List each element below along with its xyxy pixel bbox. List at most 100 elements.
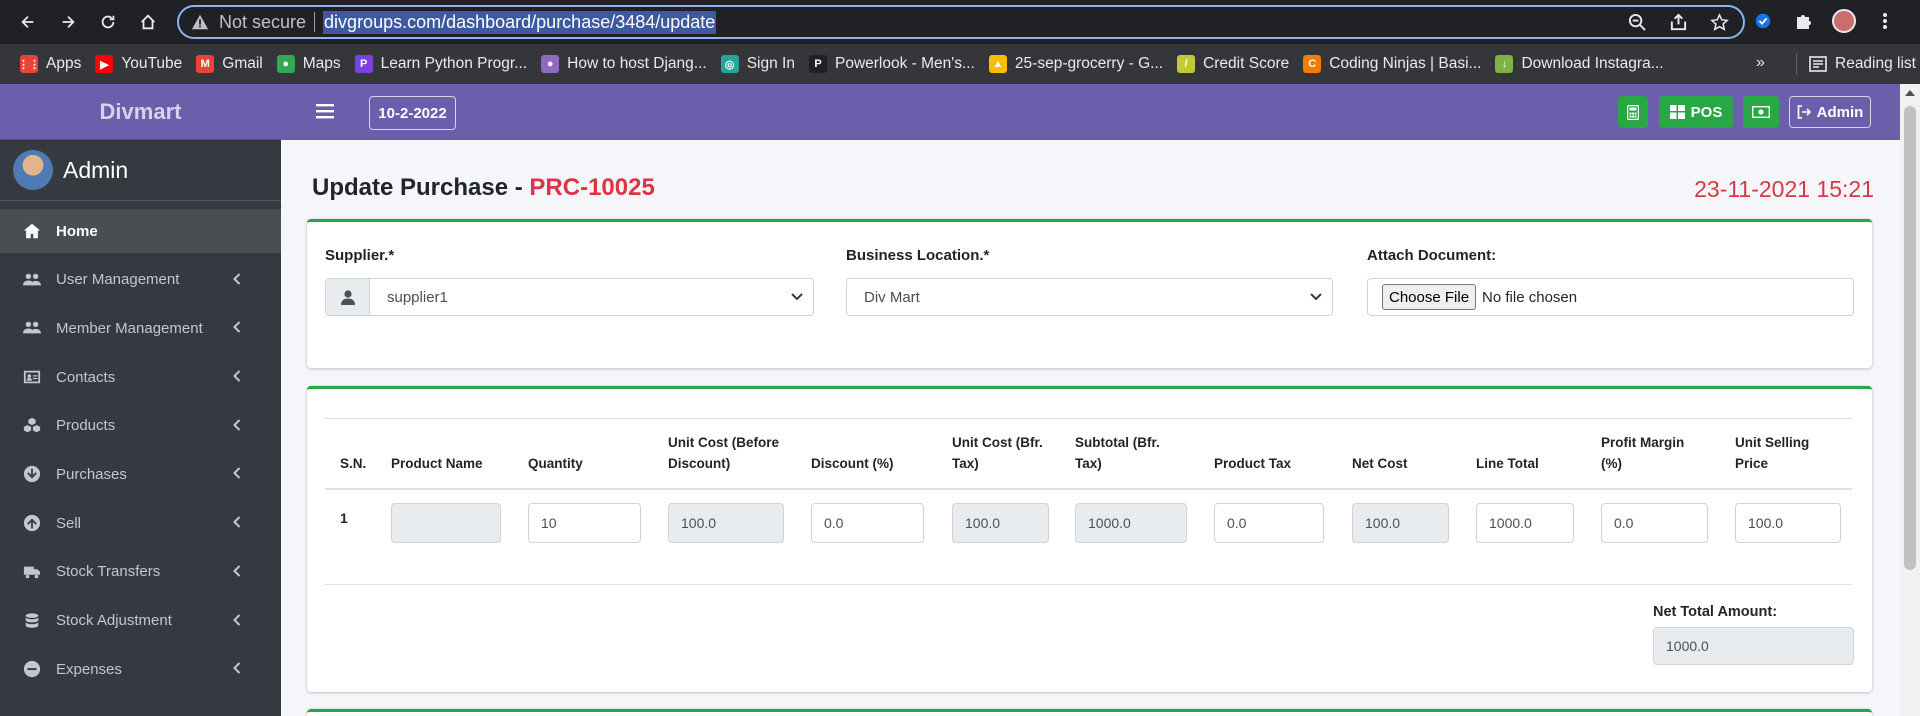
- column-header-line: Quantity: [528, 456, 583, 471]
- column-header-line: Unit Cost (Before: [668, 435, 779, 450]
- pos-button[interactable]: POS: [1659, 96, 1733, 128]
- forward-arrow-icon[interactable]: [54, 8, 82, 36]
- location-value: Div Mart: [864, 288, 920, 306]
- share-icon[interactable]: [1669, 13, 1688, 32]
- cash-button[interactable]: [1743, 96, 1779, 128]
- column-header: Quantity: [528, 453, 583, 474]
- profile-avatar[interactable]: [1832, 9, 1856, 33]
- subtotal-bfr-tax-field[interactable]: 1000.0: [1075, 503, 1187, 543]
- sidebar-item-label: Products: [56, 417, 116, 435]
- sidebar-item-user-management[interactable]: User Management: [0, 258, 281, 302]
- sidebar-item-label: Home: [56, 222, 98, 240]
- omnibox-actions: [1628, 13, 1729, 32]
- attach-document-input[interactable]: Choose File No file chosen: [1367, 278, 1854, 316]
- brand-logo[interactable]: Divmart: [0, 84, 281, 140]
- chevron-left-icon[interactable]: [233, 662, 241, 674]
- home-browser-icon[interactable]: [134, 8, 162, 36]
- sidebar-item-contacts[interactable]: Contacts: [0, 355, 281, 399]
- bookmark-item[interactable]: ▶ YouTube: [95, 55, 182, 73]
- chevron-left-icon[interactable]: [233, 565, 241, 577]
- sidebar-item-expenses[interactable]: Expenses: [0, 647, 281, 691]
- discount-input[interactable]: 0.0: [811, 503, 924, 543]
- product-tax-input[interactable]: 0.0: [1214, 503, 1324, 543]
- user-name: Admin: [63, 156, 129, 183]
- profit-margin-input[interactable]: 0.0: [1601, 503, 1708, 543]
- choose-file-button[interactable]: Choose File: [1382, 284, 1477, 310]
- kebab-menu-icon[interactable]: [1874, 10, 1896, 32]
- quantity-input[interactable]: 10: [528, 503, 641, 543]
- column-header-line: Unit Cost (Bfr.: [952, 435, 1043, 450]
- sidebar-item-purchases[interactable]: Purchases: [0, 452, 281, 496]
- product-name-field[interactable]: [391, 503, 501, 543]
- sidebar-item-sell[interactable]: Sell: [0, 501, 281, 545]
- column-header-line: Subtotal (Bfr.: [1075, 435, 1160, 450]
- download-icon: ↓: [1495, 55, 1514, 73]
- puzzle-icon[interactable]: [1792, 10, 1814, 32]
- bookmark-item[interactable]: P Learn Python Progr...: [354, 55, 527, 73]
- reload-icon[interactable]: [94, 8, 122, 36]
- sidebar-item-label: Member Management: [56, 319, 203, 337]
- chevron-left-icon[interactable]: [233, 516, 241, 528]
- purchase-details-card: Supplier.* supplier1 Business Location.*…: [307, 219, 1872, 368]
- address-bar[interactable]: Not secure divgroups.com/dashboard/purch…: [177, 5, 1745, 39]
- bookmark-item[interactable]: ↓ Download Instagra...: [1495, 55, 1664, 73]
- bookmark-item[interactable]: ⋮⋮ Apps: [18, 55, 81, 73]
- chevron-left-icon[interactable]: [233, 370, 241, 382]
- chevron-left-icon[interactable]: [233, 321, 241, 334]
- purchase-reference: PRC-10025: [529, 174, 655, 201]
- column-header-line: S.N.: [340, 456, 367, 471]
- sidebar-item-member-management[interactable]: Member Management: [0, 306, 281, 350]
- bookmarks-overflow-button[interactable]: »: [1756, 54, 1765, 72]
- sign-out-icon: [1797, 105, 1811, 119]
- column-header: Unit Selling Price: [1735, 432, 1809, 474]
- calculator-button[interactable]: [1618, 96, 1648, 128]
- scroll-up-icon[interactable]: [1905, 90, 1915, 96]
- sidebar-item-home[interactable]: Home: [0, 209, 281, 253]
- bookmark-divider: [1796, 53, 1797, 75]
- bookmark-item[interactable]: M Gmail: [196, 55, 263, 73]
- bookmark-label: Sign In: [746, 55, 795, 72]
- page-scrollbar[interactable]: [1900, 84, 1920, 716]
- supplier-select[interactable]: supplier1: [325, 278, 814, 316]
- current-date-badge[interactable]: 10-2-2022: [369, 96, 456, 130]
- chevron-left-icon[interactable]: [233, 419, 241, 431]
- bookmark-star-icon[interactable]: [1710, 13, 1729, 32]
- signin-site-icon: ◎: [720, 55, 739, 73]
- bookmark-label: YouTube: [121, 55, 183, 72]
- bookmark-item[interactable]: / Credit Score: [1177, 55, 1289, 73]
- net-cost-field[interactable]: 100.0: [1352, 503, 1449, 543]
- bookmark-item[interactable]: ▲ 25-sep-grocerry - G...: [988, 55, 1163, 73]
- scrollbar-thumb[interactable]: [1904, 106, 1916, 570]
- back-arrow-icon[interactable]: [14, 8, 42, 36]
- zoom-icon[interactable]: [1628, 13, 1647, 32]
- unit-cost-bfr-tax-field[interactable]: 100.0: [952, 503, 1049, 543]
- sidebar-item-label: Purchases: [56, 465, 127, 483]
- reading-list-button[interactable]: Reading list: [1796, 53, 1916, 75]
- unit-selling-price-input[interactable]: 100.0: [1735, 503, 1841, 543]
- url-text[interactable]: divgroups.com/dashboard/purchase/3484/up…: [323, 10, 717, 34]
- line-total-input[interactable]: 1000.0: [1476, 503, 1574, 543]
- home-icon: [20, 221, 44, 241]
- chevron-left-icon[interactable]: [233, 613, 241, 626]
- bookmark-item[interactable]: P Powerlook - Men's...: [808, 55, 975, 73]
- bookmark-item[interactable]: ● Maps: [276, 55, 341, 73]
- extension-check-icon[interactable]: [1752, 10, 1774, 32]
- bookmark-item[interactable]: ● How to host Djang...: [541, 55, 707, 73]
- user-panel[interactable]: Admin: [0, 140, 281, 201]
- sidebar-item-products[interactable]: Products: [0, 404, 281, 448]
- sidebar-item-stock-transfers[interactable]: Stock Transfers: [0, 550, 281, 594]
- admin-logout-button[interactable]: Admin: [1789, 96, 1871, 128]
- powerlook-icon: P: [808, 55, 827, 73]
- business-location-select[interactable]: Div Mart: [846, 278, 1333, 316]
- net-total-field[interactable]: 1000.0: [1653, 627, 1854, 665]
- chevron-left-icon[interactable]: [233, 272, 241, 285]
- sidebar-item-stock-adjustment[interactable]: Stock Adjustment: [0, 599, 281, 643]
- bookmark-item[interactable]: ◎ Sign In: [720, 55, 795, 73]
- bookmark-item[interactable]: C Coding Ninjas | Basi...: [1303, 55, 1481, 73]
- unit-cost-before-discount-field[interactable]: 100.0: [668, 503, 784, 543]
- users-icon: [20, 318, 44, 338]
- apps-grid-icon: ⋮⋮: [18, 55, 40, 73]
- hamburger-menu-icon[interactable]: [316, 103, 334, 119]
- chevron-left-icon[interactable]: [233, 467, 241, 480]
- not-secure-label: Not secure: [219, 11, 307, 32]
